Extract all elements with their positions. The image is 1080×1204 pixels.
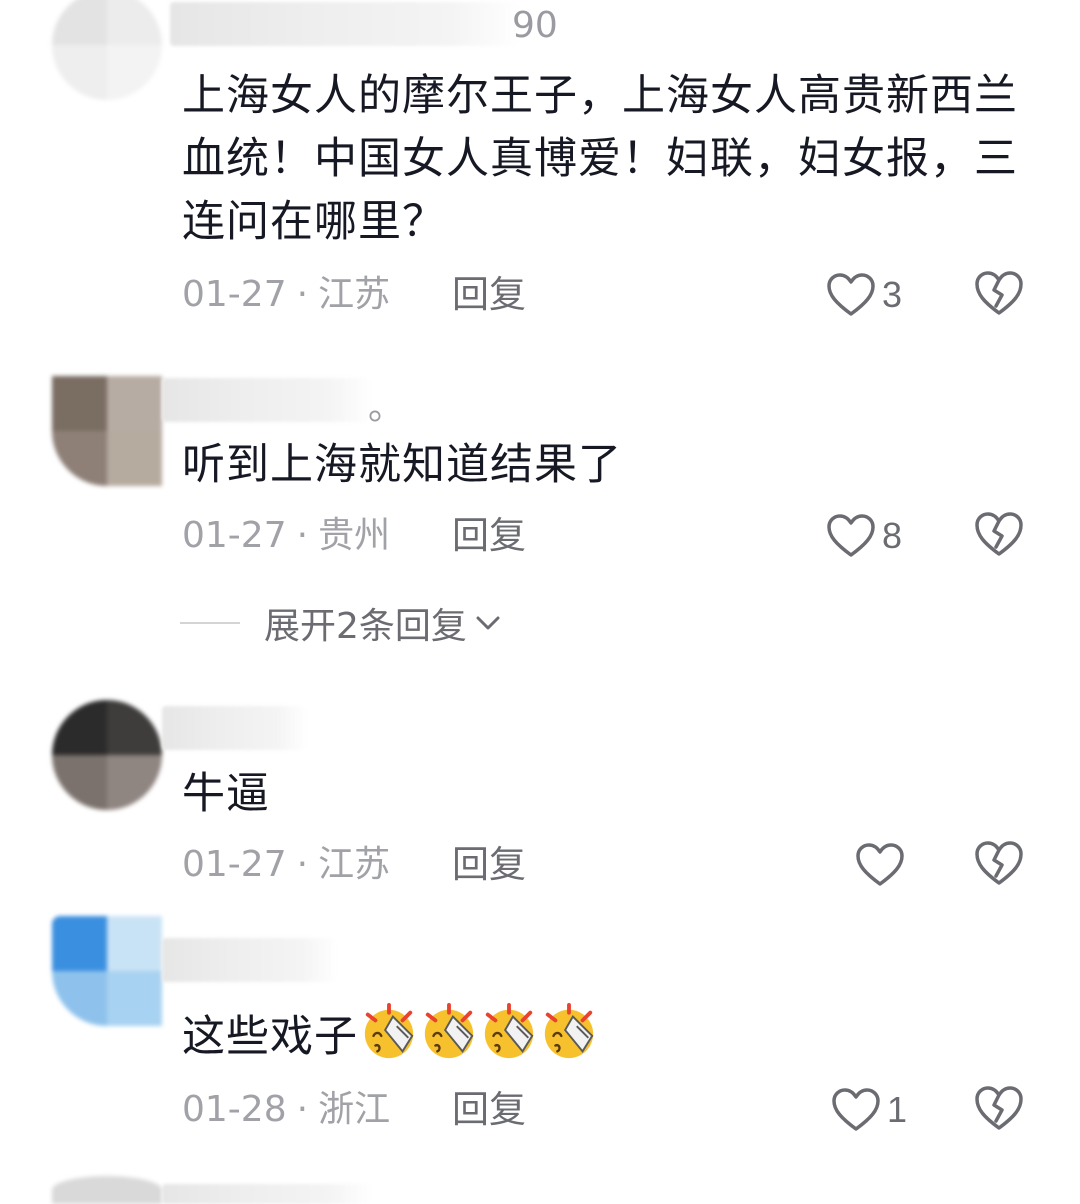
comment-meta: 01-28 · 浙江 <box>182 1085 390 1135</box>
avatar[interactable] <box>52 916 162 1026</box>
meta-separator: · <box>296 1089 309 1130</box>
like-count: 3 <box>882 274 903 315</box>
heart-icon <box>855 842 905 888</box>
username-blur <box>162 938 337 982</box>
avatar[interactable] <box>52 1176 162 1204</box>
reply-button[interactable]: 回复 <box>452 511 526 561</box>
username-blur <box>162 1184 372 1204</box>
facepalm-emoji-icon <box>420 1003 478 1061</box>
comment-location: 江苏 <box>318 844 391 885</box>
comment-meta: 01-27 · 江苏 <box>182 840 390 890</box>
comment-text-content: 这些戏子 <box>182 1012 358 1062</box>
broken-heart-icon[interactable] <box>974 268 1024 318</box>
like-button[interactable]: 1 <box>831 1085 907 1135</box>
comment-date: 01-27 <box>182 844 287 885</box>
broken-heart-icon[interactable] <box>974 509 1024 559</box>
facepalm-emoji-icon <box>360 1003 418 1061</box>
comment-meta: 01-27 · 贵州 <box>182 511 390 561</box>
comment-text: 上海女人的摩尔王子，上海女人高贵新西兰血统！中国女人真博爱！妇联，妇女报，三连问… <box>182 71 1018 247</box>
like-button[interactable]: 3 <box>826 270 902 320</box>
comment-text: 听到上海就知道结果了 <box>182 440 622 490</box>
like-count: 8 <box>882 515 903 556</box>
broken-heart-icon[interactable] <box>974 1083 1024 1133</box>
expand-replies-label: 展开2条回复 <box>264 606 467 647</box>
comment-text: 这些戏子 <box>182 1003 1032 1069</box>
facepalm-emoji-icon <box>540 1003 598 1061</box>
avatar[interactable] <box>52 376 162 486</box>
comment-text: 牛逼 <box>182 769 270 819</box>
avatar[interactable] <box>52 700 162 810</box>
meta-separator: · <box>296 515 309 556</box>
username-blur <box>162 378 372 422</box>
facepalm-emoji-icon <box>480 1003 538 1061</box>
avatar[interactable] <box>52 0 162 100</box>
comment-date: 01-27 <box>182 515 287 556</box>
meta-separator: · <box>296 844 309 885</box>
like-button[interactable] <box>855 840 911 890</box>
username-blur <box>162 706 307 750</box>
comment-location: 浙江 <box>318 1089 391 1130</box>
meta-separator: · <box>296 274 309 315</box>
comment-location: 贵州 <box>318 515 391 556</box>
broken-heart-icon[interactable] <box>974 838 1024 888</box>
comment-meta: 01-27 · 江苏 <box>182 270 390 320</box>
divider-line <box>180 622 240 624</box>
comment-date: 01-27 <box>182 274 287 315</box>
username-blur <box>170 2 520 46</box>
expand-replies-button[interactable]: 展开2条回复 <box>180 600 503 647</box>
like-count: 1 <box>887 1089 908 1130</box>
reply-button[interactable]: 回复 <box>452 840 526 890</box>
username-tail[interactable]: 90 <box>512 6 558 46</box>
comment-location: 江苏 <box>318 274 391 315</box>
heart-icon <box>826 513 876 559</box>
username-tail[interactable]: 。 <box>368 388 404 428</box>
heart-icon <box>826 272 876 318</box>
comment-date: 01-28 <box>182 1089 287 1130</box>
reply-button[interactable]: 回复 <box>452 270 526 320</box>
heart-icon <box>831 1087 881 1133</box>
chevron-down-icon <box>476 616 500 630</box>
reply-button[interactable]: 回复 <box>452 1085 526 1135</box>
like-button[interactable]: 8 <box>826 511 902 561</box>
